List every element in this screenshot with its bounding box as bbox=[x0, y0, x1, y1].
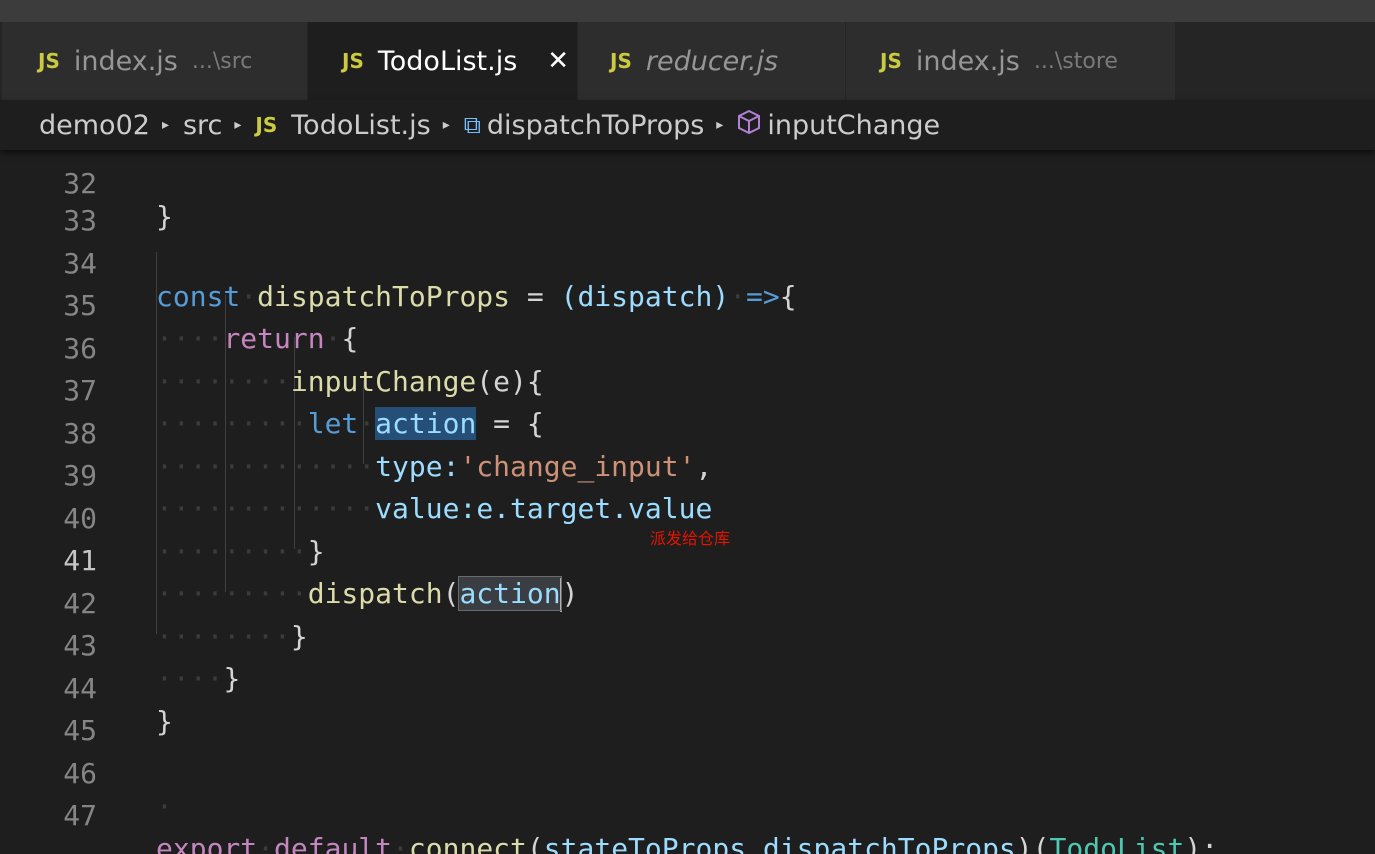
chevron-right-icon: ▸ bbox=[442, 117, 450, 133]
tab-todolist[interactable]: JS TodoList.js ✕ bbox=[308, 22, 578, 100]
breadcrumb-symbol-label: inputChange bbox=[767, 109, 941, 141]
breadcrumb-file[interactable]: JS TodoList.js bbox=[255, 110, 430, 141]
code-editor[interactable]: 32 } 33 34 const·dispatchToProps = (disp… bbox=[0, 150, 1375, 854]
breadcrumb: demo02 ▸ src ▸ JS TodoList.js ▸ ⧉ dispat… bbox=[0, 100, 1375, 150]
line-number: 47 bbox=[63, 799, 97, 832]
tab-label: reducer.js bbox=[645, 45, 779, 77]
tab-label: TodoList.js bbox=[377, 45, 518, 77]
code-line: 44 } bbox=[0, 635, 1375, 738]
variable-icon: ⧉ bbox=[463, 111, 481, 139]
breadcrumb-symbol-dispatchtoprops[interactable]: ⧉ dispatchToProps bbox=[464, 110, 705, 141]
code-line: 35 ····return·{ bbox=[0, 252, 1375, 355]
paren-token: )( bbox=[1015, 832, 1050, 854]
variable-token: dispatchToProps bbox=[762, 832, 1016, 854]
title-bar bbox=[0, 0, 1375, 22]
code-line: 39 ·············value:e.target.value bbox=[0, 422, 1375, 525]
variable-token: stateToProps bbox=[543, 832, 747, 854]
code-line: 40 ·········} bbox=[0, 465, 1375, 568]
code-line: 38 ·············type:'change_input', bbox=[0, 380, 1375, 483]
breadcrumb-symbol-label: dispatchToProps bbox=[486, 109, 705, 141]
code-text: export·default·connect(stateToProps,disp… bbox=[156, 828, 1218, 854]
annotation-text: 派发给仓库 bbox=[650, 529, 731, 548]
js-file-icon: JS bbox=[255, 113, 278, 137]
tab-path-hint: ...\src bbox=[191, 48, 253, 74]
tab-label: index.js bbox=[915, 45, 1020, 77]
keyword-token: default bbox=[274, 832, 393, 854]
class-token: TodoList bbox=[1049, 832, 1185, 854]
breadcrumb-folder[interactable]: demo02 bbox=[39, 110, 150, 141]
punct-token: ); bbox=[1184, 832, 1219, 854]
chevron-right-icon: ▸ bbox=[716, 117, 724, 133]
method-cube-icon bbox=[737, 109, 761, 141]
tab-bar: JS index.js ...\src JS TodoList.js ✕ JS … bbox=[0, 22, 1375, 100]
tab-label: index.js bbox=[73, 45, 178, 77]
js-file-icon: JS bbox=[342, 49, 364, 73]
code-line: 45 bbox=[0, 677, 1375, 747]
code-line: 33 bbox=[0, 167, 1375, 237]
code-line: 36 ········inputChange(e){ bbox=[0, 295, 1375, 398]
paren-token: ( bbox=[526, 832, 544, 854]
code-line: 46 · bbox=[0, 720, 1375, 823]
breadcrumb-file-label: TodoList.js bbox=[291, 109, 431, 141]
tab-index-store[interactable]: JS index.js ...\store bbox=[846, 22, 1176, 100]
code-line: 43 ····} bbox=[0, 592, 1375, 695]
tab-path-hint: ...\store bbox=[1033, 48, 1118, 74]
code-line: 42 ········} bbox=[0, 550, 1375, 653]
breadcrumb-symbol-inputchange[interactable]: inputChange bbox=[737, 109, 940, 141]
js-file-icon: JS bbox=[38, 49, 60, 73]
breadcrumb-subfolder[interactable]: src bbox=[183, 110, 222, 141]
keyword-token: export bbox=[156, 832, 258, 854]
code-line: 47 export·default·connect(stateToProps,d… bbox=[0, 762, 1375, 854]
chevron-right-icon: ▸ bbox=[234, 117, 242, 133]
close-icon[interactable]: ✕ bbox=[547, 46, 569, 76]
chevron-right-icon: ▸ bbox=[161, 117, 169, 133]
punct-token: , bbox=[746, 832, 763, 854]
tab-index-src[interactable]: JS index.js ...\src bbox=[2, 22, 308, 100]
tab-reducer[interactable]: JS reducer.js bbox=[578, 22, 846, 100]
code-line: 34 const·dispatchToProps = (dispatch)·=>… bbox=[0, 210, 1375, 313]
function-token: connect bbox=[408, 832, 527, 854]
code-line: 37 ·········let·action = { bbox=[0, 337, 1375, 440]
js-file-icon: JS bbox=[610, 49, 632, 73]
js-file-icon: JS bbox=[880, 49, 902, 73]
